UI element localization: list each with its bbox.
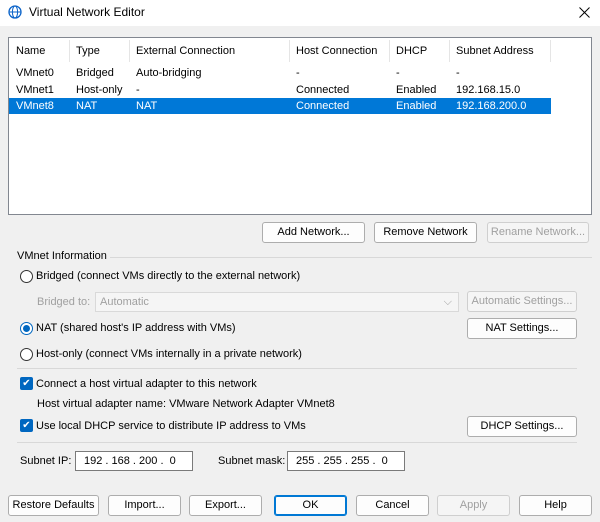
bridged-label[interactable]: Bridged (connect VMs directly to the ext… xyxy=(36,270,300,282)
add-network-button[interactable]: Add Network... xyxy=(262,222,365,243)
column-divider[interactable] xyxy=(449,40,450,62)
adapter-name-text: Host virtual adapter name: VMware Networ… xyxy=(37,398,335,410)
window-title: Virtual Network Editor xyxy=(29,5,145,19)
connect-adapter-label[interactable]: Connect a host virtual adapter to this n… xyxy=(36,378,257,390)
nat-radio[interactable] xyxy=(20,322,33,335)
export-button[interactable]: Export... xyxy=(189,495,262,516)
cell-external-connection: Auto-bridging xyxy=(136,67,202,79)
bridged-to-label: Bridged to: xyxy=(37,296,91,308)
cell-subnet-address: - xyxy=(456,67,460,79)
group-title-vmnet-information: VMnet Information xyxy=(17,250,107,262)
cell-name: VMnet1 xyxy=(16,84,54,96)
host-only-radio[interactable] xyxy=(20,348,33,361)
column-divider[interactable] xyxy=(129,40,130,62)
subnet-mask-label: Subnet mask: xyxy=(218,455,286,467)
column-header-name[interactable]: Name xyxy=(10,38,45,64)
column-header-subnet-address[interactable]: Subnet Address xyxy=(450,38,534,64)
subnet-ip-input[interactable]: 192 . 168 . 200 . 0 xyxy=(75,451,193,471)
host-only-label[interactable]: Host-only (connect VMs internally in a p… xyxy=(36,348,302,360)
section-divider xyxy=(17,442,577,443)
cell-subnet-address: 192.168.200.0 xyxy=(456,100,527,112)
column-divider[interactable] xyxy=(550,40,551,62)
column-header-dhcp[interactable]: DHCP xyxy=(390,38,427,64)
table-row[interactable]: VMnet0 Bridged Auto-bridging - - - xyxy=(9,65,551,81)
remove-network-button[interactable]: Remove Network xyxy=(374,222,477,243)
column-divider[interactable] xyxy=(69,40,70,62)
cell-type: Host-only xyxy=(76,84,123,96)
cell-external-connection: NAT xyxy=(136,100,158,112)
ok-button[interactable]: OK xyxy=(274,495,347,516)
network-globe-icon xyxy=(8,5,22,19)
cancel-button[interactable]: Cancel xyxy=(356,495,429,516)
cell-subnet-address: 192.168.15.0 xyxy=(456,84,521,96)
chevron-down-icon: ⌵ xyxy=(443,296,452,308)
restore-defaults-button[interactable]: Restore Defaults xyxy=(8,495,99,516)
dhcp-settings-button[interactable]: DHCP Settings... xyxy=(467,416,577,437)
cell-host-connection: Connected xyxy=(296,84,350,96)
cell-name: VMnet8 xyxy=(16,100,54,112)
table-row[interactable]: VMnet1 Host-only - Connected Enabled 192… xyxy=(9,82,551,98)
cell-type: Bridged xyxy=(76,67,114,79)
cell-host-connection: Connected xyxy=(296,100,350,112)
column-divider[interactable] xyxy=(389,40,390,62)
column-header-external-connection[interactable]: External Connection xyxy=(130,38,235,64)
column-header-host-connection[interactable]: Host Connection xyxy=(290,38,377,64)
cell-dhcp: - xyxy=(396,67,400,79)
cell-name: VMnet0 xyxy=(16,67,54,79)
cell-type: NAT xyxy=(76,100,98,112)
cell-host-connection: - xyxy=(296,67,300,79)
title-bar: Virtual Network Editor xyxy=(0,0,600,26)
subnet-mask-input[interactable]: 255 . 255 . 255 . 0 xyxy=(287,451,405,471)
connect-adapter-checkbox[interactable]: ✔ xyxy=(20,377,33,390)
nat-label[interactable]: NAT (shared host's IP address with VMs) xyxy=(36,322,236,334)
network-list[interactable]: Name Type External Connection Host Conne… xyxy=(8,37,592,215)
column-header-type[interactable]: Type xyxy=(70,38,100,64)
help-button[interactable]: Help xyxy=(519,495,592,516)
section-divider xyxy=(17,368,577,369)
cell-external-connection: - xyxy=(136,84,140,96)
rename-network-button[interactable]: Rename Network... xyxy=(487,222,589,243)
close-icon[interactable] xyxy=(579,7,590,18)
automatic-settings-button[interactable]: Automatic Settings... xyxy=(467,291,577,312)
cell-dhcp: Enabled xyxy=(396,100,437,112)
dhcp-checkbox[interactable]: ✔ xyxy=(20,419,33,432)
apply-button[interactable]: Apply xyxy=(437,495,510,516)
dhcp-label[interactable]: Use local DHCP service to distribute IP … xyxy=(36,420,306,432)
bridged-to-select[interactable]: Automatic ⌵ xyxy=(95,292,459,312)
table-row-selected[interactable]: VMnet8 NAT NAT Connected Enabled 192.168… xyxy=(9,98,551,114)
cell-dhcp: Enabled xyxy=(396,84,437,96)
nat-settings-button[interactable]: NAT Settings... xyxy=(467,318,577,339)
subnet-ip-label: Subnet IP: xyxy=(20,455,72,467)
column-divider[interactable] xyxy=(289,40,290,62)
bridged-to-value: Automatic xyxy=(100,296,149,308)
bridged-radio[interactable] xyxy=(20,270,33,283)
import-button[interactable]: Import... xyxy=(108,495,181,516)
group-divider xyxy=(110,257,592,258)
